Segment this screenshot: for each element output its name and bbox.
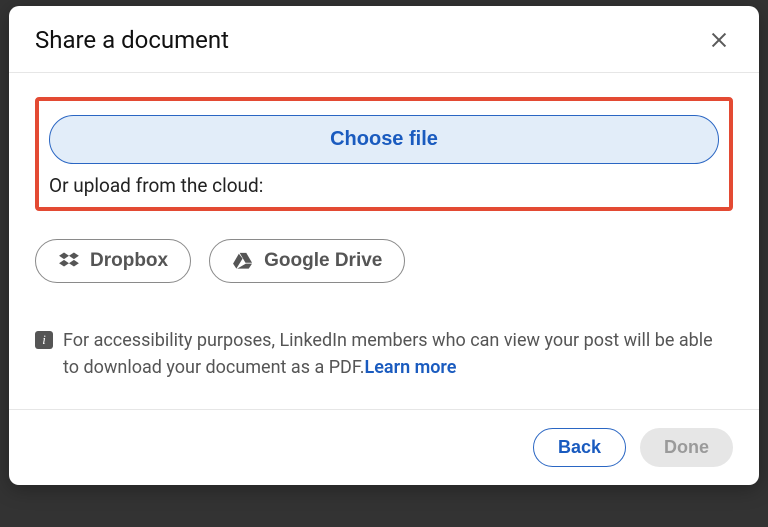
cloud-upload-prompt: Or upload from the cloud: (49, 174, 719, 197)
dropbox-icon (58, 250, 80, 272)
learn-more-link[interactable]: Learn more (365, 357, 457, 378)
choose-file-button[interactable]: Choose file (49, 115, 719, 164)
accessibility-info: i For accessibility purposes, LinkedIn m… (35, 327, 733, 409)
highlight-annotation: Choose file Or upload from the cloud: (35, 97, 733, 211)
google-drive-label: Google Drive (264, 250, 382, 272)
modal-footer: Back Done (9, 409, 759, 485)
google-drive-icon (232, 250, 254, 272)
modal-title: Share a document (35, 26, 229, 54)
modal-body: Choose file Or upload from the cloud: Dr… (9, 97, 759, 409)
google-drive-button[interactable]: Google Drive (209, 239, 405, 283)
close-icon (708, 29, 730, 51)
info-text: For accessibility purposes, LinkedIn mem… (63, 327, 733, 381)
close-button[interactable] (705, 26, 733, 54)
info-icon: i (35, 331, 53, 349)
modal-header: Share a document (9, 6, 759, 73)
dropbox-button[interactable]: Dropbox (35, 239, 191, 283)
cloud-providers-row: Dropbox Google Drive (35, 239, 733, 283)
dropbox-label: Dropbox (90, 250, 168, 272)
share-document-modal: Share a document Choose file Or upload f… (9, 6, 759, 485)
back-button[interactable]: Back (533, 428, 626, 467)
done-button[interactable]: Done (640, 428, 733, 467)
